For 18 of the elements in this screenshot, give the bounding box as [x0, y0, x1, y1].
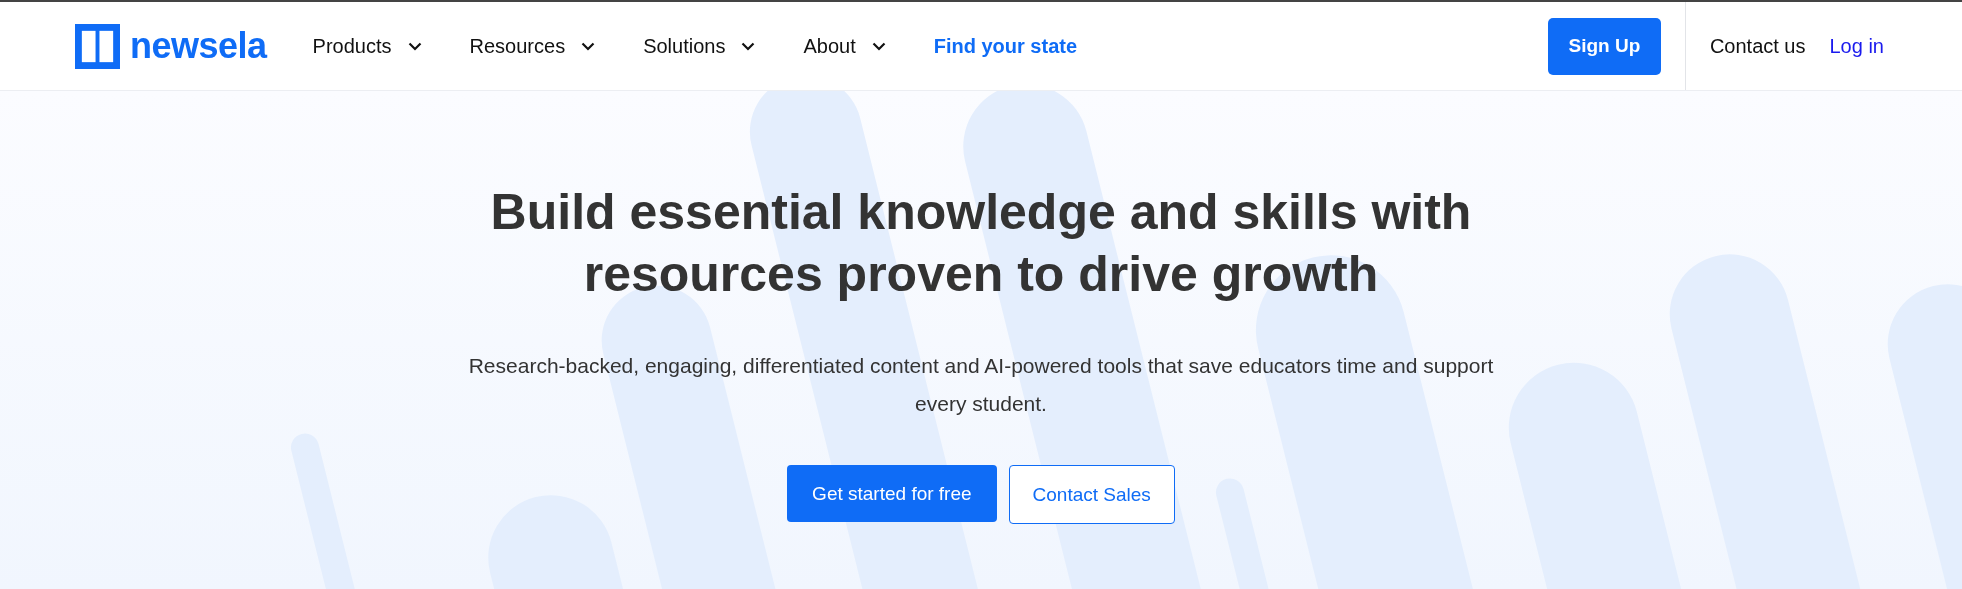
nav-link[interactable]: Products — [312, 34, 422, 58]
hero-heading: Build essential knowledge and skills with resources proven to drive growth — [489, 183, 1473, 304]
chevron-down-icon — [581, 41, 596, 51]
nav-link[interactable]: About — [803, 34, 886, 58]
nav-link[interactable]: Solutions — [643, 34, 756, 58]
nav-link[interactable]: Find your state — [933, 34, 1078, 58]
get-started-button[interactable]: Get started for free — [787, 465, 997, 522]
contact-us-link[interactable]: Contact us — [1709, 34, 1806, 58]
chevron-down-icon — [871, 41, 886, 51]
chevron-down-icon — [741, 41, 756, 51]
contact-sales-button[interactable]: Contact Sales — [1008, 465, 1175, 524]
hero-subtitle: Research-backed, engaging, differentiated content and AI-powered tools that save educators time and support every student. — [467, 353, 1495, 417]
chevron-down-icon — [407, 41, 422, 51]
sign-up-button[interactable]: Sign Up — [1547, 17, 1661, 75]
logo-icon — [75, 23, 120, 69]
logo-wordmark[interactable]: newsela — [130, 25, 267, 67]
log-in-link[interactable]: Log in — [1829, 34, 1884, 58]
nav-link[interactable]: Resources — [469, 34, 596, 58]
